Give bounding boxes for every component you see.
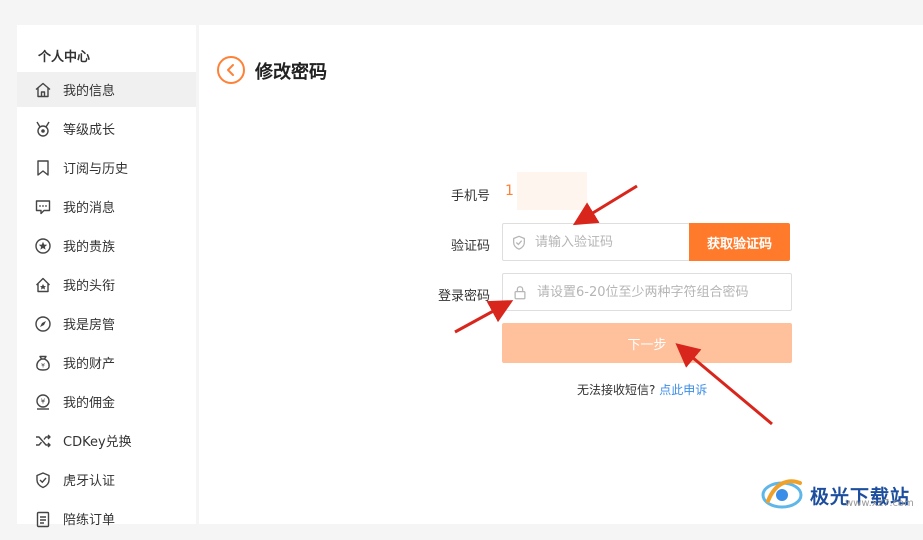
commission-icon: ¥ (34, 393, 52, 411)
phone-label: 手机号 (450, 189, 490, 204)
lock-icon (511, 283, 529, 301)
sidebar-title: 个人中心 (38, 50, 91, 65)
sidebar-item-label: CDKey兑换 (63, 435, 132, 450)
sidebar-item-verification[interactable]: 虎牙认证 (17, 462, 196, 497)
appeal-link[interactable]: 点此申诉 (659, 383, 707, 397)
watermark-logo-icon (760, 473, 804, 517)
code-field (502, 223, 707, 261)
home-icon (34, 81, 52, 99)
sidebar-item-level[interactable]: 等级成长 (17, 111, 196, 146)
sidebar-item-orders[interactable]: 陪练订单 (17, 501, 196, 536)
sidebar-item-noble[interactable]: 我的贵族 (17, 228, 196, 263)
message-icon (34, 198, 52, 216)
next-step-button[interactable]: 下一步 (502, 323, 792, 363)
svg-text:¥: ¥ (41, 362, 45, 369)
sidebar-item-subscriptions[interactable]: 订阅与历史 (17, 150, 196, 185)
watermark-url: www.xz7.com (845, 498, 914, 509)
house-title-icon (34, 276, 52, 294)
sidebar-item-label: 等级成长 (63, 123, 116, 138)
sidebar-item-my-info[interactable]: 我的信息 (17, 72, 196, 107)
sidebar-item-commission[interactable]: ¥ 我的佣金 (17, 384, 196, 419)
sidebar-item-title[interactable]: 我的头衔 (17, 267, 196, 302)
svg-text:¥: ¥ (41, 397, 46, 405)
page-title: 修改密码 (255, 62, 327, 83)
sidebar-item-messages[interactable]: 我的消息 (17, 189, 196, 224)
sidebar-item-label: 我的财产 (63, 357, 116, 372)
sidebar-item-label: 虎牙认证 (63, 474, 116, 489)
password-label: 登录密码 (437, 289, 490, 304)
compass-icon (34, 315, 52, 333)
shield-check-icon (34, 471, 52, 489)
get-code-button[interactable]: 获取验证码 (689, 223, 790, 261)
sidebar-item-label: 我的佣金 (63, 396, 116, 411)
sidebar-item-label: 我的消息 (63, 201, 116, 216)
sidebar-item-label: 我的头衔 (63, 279, 116, 294)
password-field (502, 273, 792, 311)
code-input[interactable] (533, 233, 707, 251)
sidebar-item-label: 我是房管 (63, 318, 116, 333)
sidebar-item-label: 订阅与历史 (63, 162, 129, 177)
chevron-left-icon (225, 63, 237, 77)
sidebar-item-cdkey[interactable]: CDKey兑换 (17, 423, 196, 458)
bookmark-icon (34, 159, 52, 177)
order-icon (34, 510, 52, 528)
sidebar: 个人中心 我的信息 等级成长 订阅与历史 我的消息 我的贵族 我的头衔 我是房管… (17, 25, 196, 528)
sidebar-menu: 我的信息 等级成长 订阅与历史 我的消息 我的贵族 我的头衔 我是房管 ¥ 我的… (17, 72, 196, 540)
sidebar-item-label: 我的信息 (63, 84, 116, 99)
watermark: 极光下载站 (760, 470, 920, 520)
money-bag-icon: ¥ (34, 354, 52, 372)
back-button[interactable] (217, 56, 245, 84)
help-text: 无法接收短信? (577, 383, 656, 397)
phone-value: 1 (505, 183, 514, 199)
phone-mask (517, 172, 587, 210)
code-label: 验证码 (450, 239, 490, 254)
sidebar-item-label: 陪练订单 (63, 513, 116, 528)
shuffle-icon (34, 432, 52, 450)
sidebar-item-assets[interactable]: ¥ 我的财产 (17, 345, 196, 380)
sidebar-item-label: 我的贵族 (63, 240, 116, 255)
star-badge-icon (34, 237, 52, 255)
main-panel: 修改密码 手机号 1 验证码 获取验证码 登录密码 下一步 无法接收短信? 点此… (199, 25, 923, 524)
sidebar-item-room-manager[interactable]: 我是房管 (17, 306, 196, 341)
help-line: 无法接收短信? 点此申诉 (577, 381, 707, 398)
medal-icon (34, 120, 52, 138)
shield-check-icon (511, 233, 527, 251)
password-input[interactable] (535, 283, 791, 301)
